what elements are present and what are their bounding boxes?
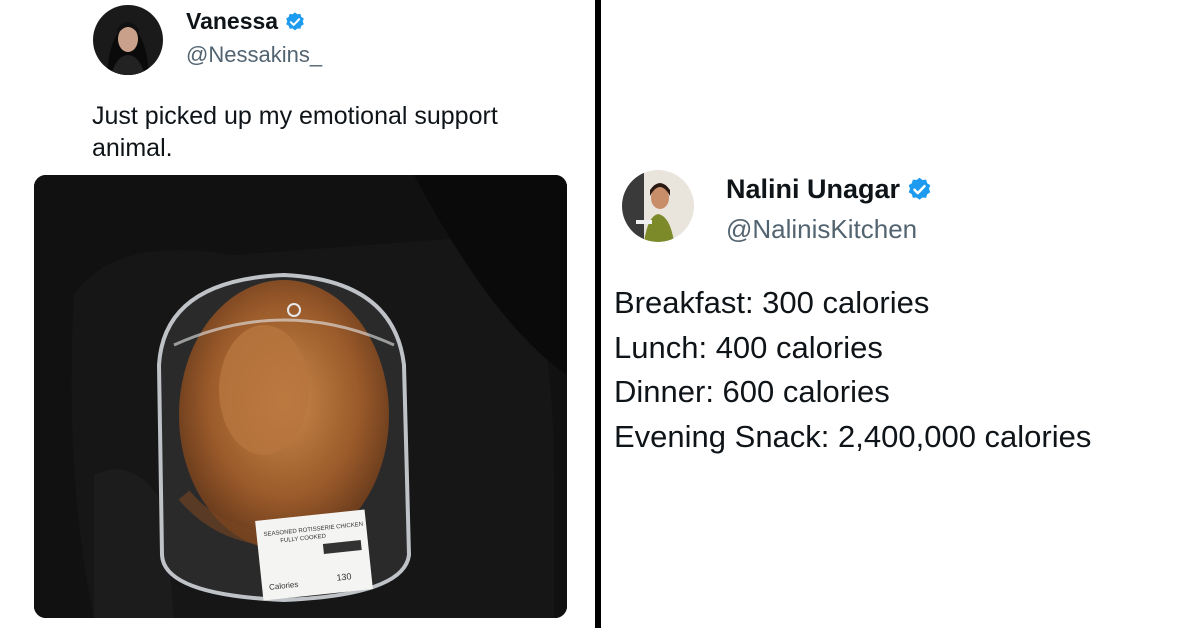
author-display-name[interactable]: Vanessa (186, 8, 278, 35)
avatar-nalini[interactable] (622, 170, 694, 242)
panel-divider (595, 0, 601, 628)
tweet-line-breakfast: Breakfast: 300 calories (614, 285, 930, 320)
verified-badge-icon (906, 176, 933, 203)
tweet-photo[interactable]: SEASONED ROTISSERIE CHICKEN FULLY COOKED… (34, 175, 567, 618)
tweet-line-lunch: Lunch: 400 calories (614, 330, 883, 365)
tweet-text: Just picked up my emotional support anim… (92, 102, 498, 162)
author-handle[interactable]: @Nessakins_ (186, 42, 322, 68)
tweet-line-dinner: Dinner: 600 calories (614, 374, 890, 409)
author-name-row: Nalini Unagar (726, 174, 933, 205)
author-name-row: Vanessa (186, 8, 306, 35)
tweet-line-evening-snack: Evening Snack: 2,400,000 calories (614, 419, 1092, 454)
author-handle[interactable]: @NalinisKitchen (726, 214, 917, 245)
avatar-vanessa[interactable] (93, 5, 163, 75)
author-display-name[interactable]: Nalini Unagar (726, 174, 900, 205)
verified-badge-icon (284, 11, 306, 33)
label-calorie-value: 130 (336, 571, 352, 583)
